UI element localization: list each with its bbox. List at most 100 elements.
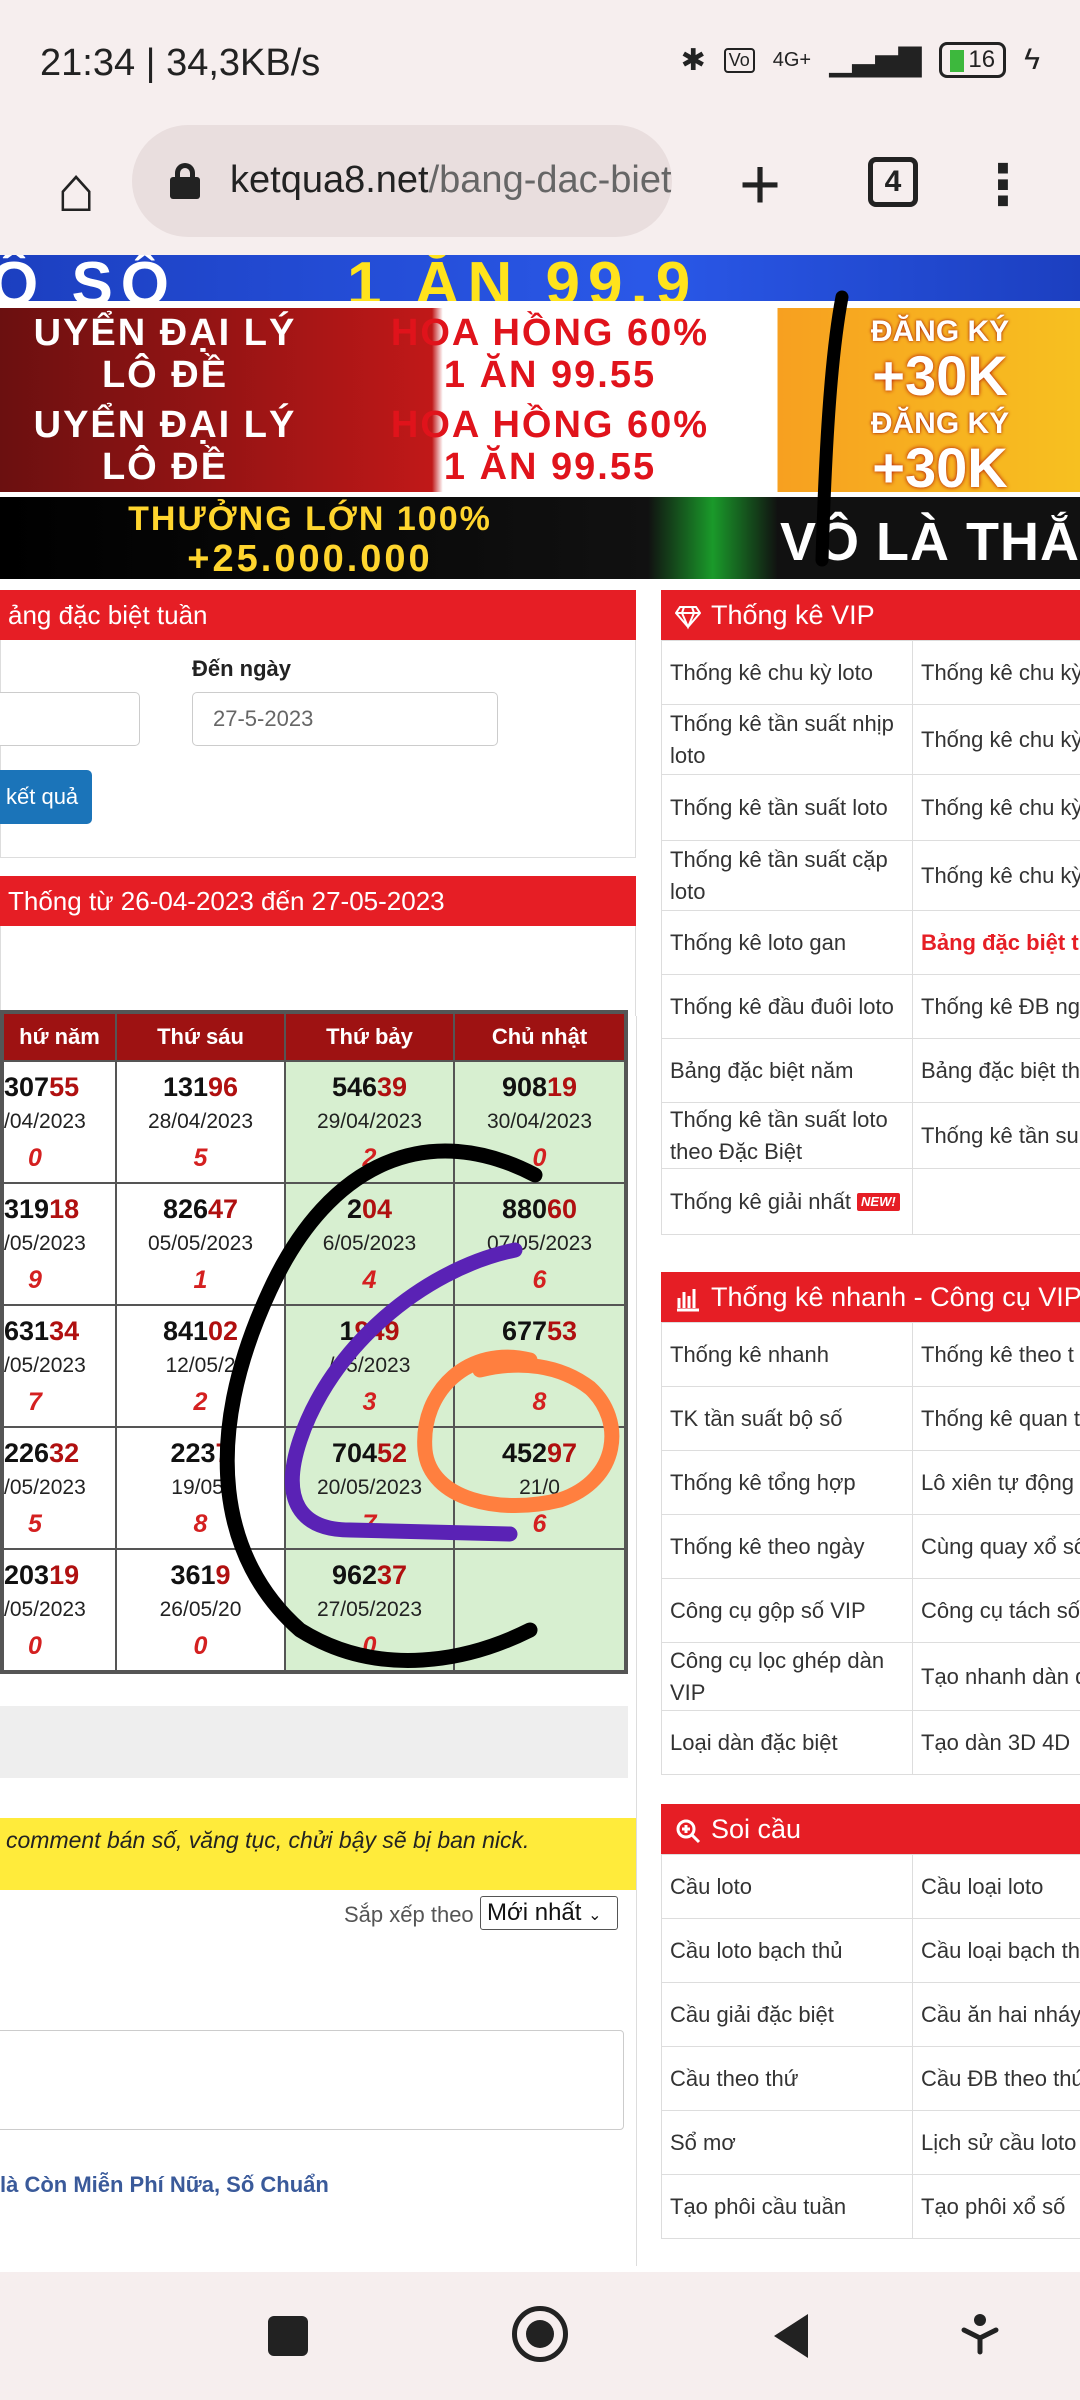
result-count: 5 <box>193 1144 208 1172</box>
result-count: 0 <box>28 1144 42 1172</box>
banner-text: UYỂN ĐẠI LÝ LÔ ĐỀ <box>33 404 297 488</box>
sidebar-link[interactable]: Cầu giải đặc biệt <box>661 1983 913 2046</box>
sidebar-link[interactable]: Thống kê tần su theo loto <box>913 1103 1080 1168</box>
table-cell: 13196 28/04/2023 5 <box>117 1062 284 1182</box>
ad-banner-agent[interactable]: UYỂN ĐẠI LÝ LÔ ĐỀ HOA HỒNG 60% 1 ĂN 99.55 … <box>0 400 1080 492</box>
section-title: ảng đặc biệt tuần <box>0 590 636 640</box>
sidebar-link[interactable]: Bảng đặc biệt tu <box>913 911 1080 974</box>
sidebar-link[interactable]: Thống kê tần suất nhịp loto <box>661 705 913 774</box>
sidebar-link[interactable]: Lịch sử cầu loto <box>913 2111 1080 2174</box>
sidebar-link[interactable]: Công cụ lọc ghép dàn VIP <box>661 1643 913 1710</box>
new-tab-button[interactable]: + <box>718 143 802 227</box>
sidebar-link-label: Thống kê chu kỳ đặc biệt <box>921 726 1080 752</box>
sidebar-link[interactable]: Thống kê tần suất cặp loto <box>661 841 913 910</box>
sidebar-link[interactable]: Thống kê theo ngày <box>661 1515 913 1578</box>
result-number: 2237 <box>170 1438 231 1468</box>
sidebar-link[interactable]: Tạo phôi cầu tuần <box>661 2175 913 2238</box>
comment-link[interactable]: là Còn Miễn Phí Nữa, Số Chuẩn <box>0 2172 329 2198</box>
sidebar-row: Thống kê tần suất nhịp loto Thống kê chu … <box>661 705 1080 775</box>
sidebar-link[interactable]: Thống kê nhanh <box>661 1323 913 1386</box>
sidebar-link[interactable]: Sổ mơ <box>661 2111 913 2174</box>
tab-switcher-button[interactable]: 4 <box>868 157 918 207</box>
sidebar-link[interactable]: Thống kê chu kỳ dàn cùng về <box>913 841 1080 910</box>
from-date-input[interactable] <box>0 692 140 746</box>
sidebar-link-label: Thống kê giải nhất <box>670 1188 852 1214</box>
sidebar-link-label: Thống kê chu kỳ loto <box>921 794 1080 820</box>
ad-banner-agent[interactable]: UYỂN ĐẠI LÝ LÔ ĐỀ HOA HỒNG 60% 1 ĂN 99.55 … <box>0 308 1080 400</box>
sidebar-link[interactable]: Cùng quay xổ số <box>913 1515 1080 1578</box>
address-bar[interactable]: ketqua8.net/bang-dac-biet <box>132 125 672 237</box>
sidebar-link[interactable]: Loại dàn đặc biệt <box>661 1711 913 1774</box>
sidebar-link-label: Tạo nhanh dàn đặc biệt <box>921 1663 1080 1689</box>
sidebar-link[interactable]: Tạo dàn 3D 4D <box>913 1711 1080 1774</box>
sidebar-link[interactable]: Thống kê chu kỳ <box>913 641 1080 704</box>
recents-button[interactable] <box>268 2316 308 2356</box>
result-number: 67753 <box>501 1316 578 1346</box>
sidebar-link[interactable]: Thống kê chu kỳ loto <box>913 775 1080 840</box>
sidebar-link[interactable]: Thống kê loto gan <box>661 911 913 974</box>
overflow-menu-button[interactable]: ⋮ <box>968 145 1038 225</box>
table-header-cell: Thứ sáu <box>117 1014 284 1060</box>
sidebar-link[interactable]: Cầu theo thứ <box>661 2047 913 2110</box>
sidebar-row: Thống kê chu kỳ loto Thống kê chu kỳ <box>661 641 1080 705</box>
sidebar-link[interactable]: Tạo phôi xổ số <box>913 2175 1080 2238</box>
filter-panel <box>0 640 636 858</box>
result-count: 8 <box>532 1388 547 1416</box>
sidebar-link[interactable]: Bảng đặc biệt năm <box>661 1039 913 1102</box>
sidebar-link-label: Cầu loto bạch thủ <box>670 1937 843 1963</box>
sidebar-row: Thống kê tần suất loto Thống kê chu kỳ lo… <box>661 775 1080 841</box>
view-results-button[interactable]: kết quả <box>0 770 92 824</box>
browser-toolbar: ⌂ ketqua8.net/bang-dac-biet + 4 ⋮ <box>0 125 1080 255</box>
result-count: 1 <box>193 1266 208 1294</box>
sidebar-link-label: Lô xiên tự động <box>921 1469 1074 1495</box>
sort-select[interactable]: Mới nhất ⌄ <box>480 1896 618 1930</box>
table-cell <box>455 1550 624 1670</box>
home-nav-button[interactable] <box>512 2306 568 2362</box>
sidebar-link[interactable]: Cầu loto <box>661 1855 913 1918</box>
sidebar-link[interactable]: Cầu loại bạch th <box>913 1919 1080 1982</box>
sidebar-link[interactable]: Thống kê theo t <box>913 1323 1080 1386</box>
sidebar-link[interactable]: Cầu loại loto <box>913 1855 1080 1918</box>
sidebar-link[interactable]: Thống kê quan t <box>913 1387 1080 1450</box>
sidebar-link-label: Công cụ lọc ghép dàn VIP <box>670 1647 885 1705</box>
sidebar-link[interactable]: Công cụ tách số <box>913 1579 1080 1642</box>
sidebar-link[interactable]: Thống kê tổng hợp <box>661 1451 913 1514</box>
table-header-cell: Thứ bảy <box>286 1014 453 1060</box>
result-number: 82647 <box>162 1194 239 1224</box>
sidebar-link[interactable]: Thống kê tần suất loto <box>661 775 913 840</box>
sidebar-link[interactable]: Thống kê chu kỳ đặc biệt <box>913 705 1080 774</box>
sidebar-link[interactable]: Lô xiên tự động <box>913 1451 1080 1514</box>
to-date-input[interactable]: 27-5-2023 <box>192 692 498 746</box>
sidebar-link[interactable]: Cầu ĐB theo thứ <box>913 2047 1080 2110</box>
battery-icon: 16 <box>939 42 1007 78</box>
sidebar-link[interactable]: Cầu ăn hai nháy <box>913 1983 1080 2046</box>
table-cell: 2237 19/05/8 <box>117 1428 284 1548</box>
ad-banner-bonus[interactable]: THƯỞNG LỚN 100% +25.000.000 VÔ LÀ THẮ <box>0 497 1080 579</box>
sidebar-link[interactable]: Thống kê đầu đuôi loto <box>661 975 913 1038</box>
result-date: 6/05/2023 <box>322 1232 417 1255</box>
back-button[interactable] <box>774 2314 808 2358</box>
soicau-list: Cầu loto Cầu loại loto Cầu loto bạch thủ Cầ… <box>661 1854 1080 2264</box>
sidebar-link[interactable]: Cầu loto bạch thủ <box>661 1919 913 1982</box>
sidebar-row: Cầu theo thứ Cầu ĐB theo thứ <box>661 2047 1080 2111</box>
sidebar-link[interactable]: Thống kê ĐB ng <box>913 975 1080 1038</box>
accessibility-icon[interactable] <box>958 2312 1002 2356</box>
lock-icon <box>170 163 200 199</box>
sidebar-link-label: Cầu giải đặc biệt <box>670 2001 834 2027</box>
sidebar-link[interactable]: Công cụ gộp số VIP <box>661 1579 913 1642</box>
sidebar-link[interactable]: Thống kê tần suất loto theo Đặc Biệt <box>661 1103 913 1168</box>
home-button[interactable]: ⌂ <box>36 149 116 229</box>
sidebar-row: Công cụ gộp số VIP Công cụ tách số <box>661 1579 1080 1643</box>
table-cell: 70452 20/05/2023 7 <box>286 1428 453 1548</box>
sidebar-link[interactable]: Thống kê chu kỳ loto <box>661 641 913 704</box>
sidebar-link[interactable]: Bảng đặc biệt th <box>913 1039 1080 1102</box>
sidebar-link[interactable]: TK tần suất bộ số <box>661 1387 913 1450</box>
comment-textarea[interactable] <box>0 2030 624 2130</box>
sidebar-link[interactable]: Thống kê giải nhất NEW! <box>661 1169 913 1234</box>
network-type: 4G+ <box>772 48 812 71</box>
sidebar-link-label: Thống kê tần suất cặp loto <box>670 846 888 904</box>
ad-banner-lottery[interactable]: Ô SỐ 1 ĂN 99,9 <box>0 255 1080 301</box>
result-count: 7 <box>28 1388 42 1416</box>
sidebar-link[interactable]: Tạo nhanh dàn đặc biệt <box>913 1643 1080 1710</box>
chevron-down-icon: ⌄ <box>588 1907 602 1924</box>
